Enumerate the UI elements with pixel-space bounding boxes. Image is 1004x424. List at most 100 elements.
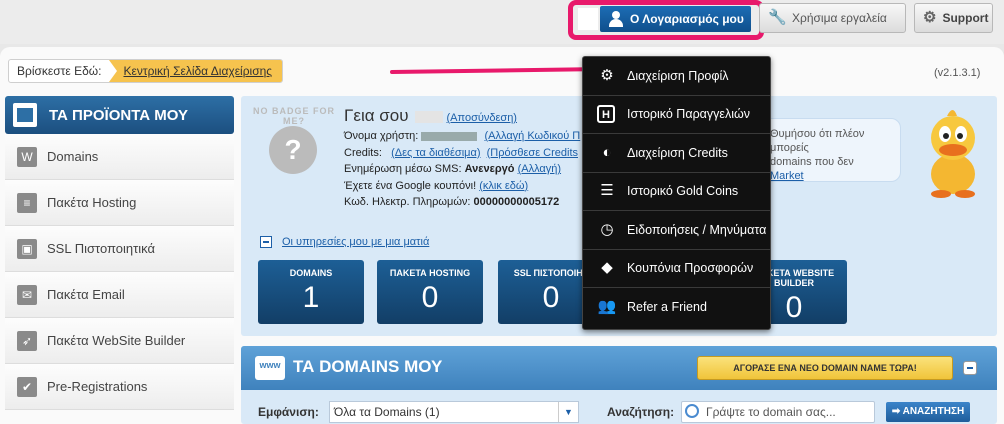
support-label: Support — [942, 11, 989, 25]
stat-hosting[interactable]: ΠΑΚΕΤΑ HOSTING 0 — [377, 260, 483, 324]
question-icon: ? — [269, 126, 317, 174]
sidebar: ΤΑ ΠΡΟΪΟΝΤΑ ΜΟΥ W Domains ≡ Πακέτα Hosti… — [5, 96, 234, 424]
greeting: Γεια σου (Αποσύνδεση) — [344, 106, 517, 126]
layers-icon: ≡ — [17, 192, 37, 213]
sidebar-item-ssl[interactable]: ▣ SSL Πιστοποιητικά — [5, 226, 234, 272]
domains-header: www ΤΑ DOMAINS ΜΟΥ ΑΓΟΡΑΣΕ ΕΝΑ ΝΕΟ DOMAI… — [241, 346, 997, 390]
greeting-text: Γεια σου — [344, 106, 409, 125]
google-coupon-text: Έχετε ένα Google κουπόνι! — [344, 179, 477, 192]
speech-market-link[interactable]: Market — [770, 170, 804, 182]
sidebar-item-label: Domains — [47, 149, 99, 164]
mascot-speech-bubble: Θυμήσου ότι πλέον μπορείς domains που δε… — [761, 118, 901, 182]
breadcrumb-home-link[interactable]: Κεντρική Σελίδα Διαχείρισης — [109, 60, 283, 82]
sidebar-item-domains[interactable]: W Domains — [5, 134, 234, 180]
sidebar-item-label: SSL Πιστοποιητικά — [47, 241, 156, 256]
menu-item-refer-friend[interactable]: 👥 Refer a Friend — [583, 288, 770, 327]
collapse-icon — [260, 236, 272, 248]
duck-mascot-icon — [931, 110, 975, 198]
domain-search-input[interactable]: Γράψτε το domain σας... — [681, 401, 875, 423]
speech-text: Θυμήσου ότι πλέον μπορείς — [770, 128, 865, 154]
menu-item-coupons[interactable]: ◆ Κουπόνια Προσφορών — [583, 250, 770, 288]
show-filter-select[interactable]: Όλα τα Domains (1) ▼ — [329, 401, 579, 423]
breadcrumb-label: Βρίσκεστε Εδώ: — [17, 64, 102, 78]
stat-value: 1 — [302, 281, 320, 314]
checkbox-icon: ✔ — [17, 376, 37, 397]
menu-item-label: Refer a Friend — [627, 300, 707, 315]
support-button[interactable]: ⚙ Support — [914, 3, 993, 33]
change-password-link[interactable]: (Αλλαγή Κωδικού Π — [484, 130, 580, 142]
menu-item-label: Κουπόνια Προσφορών — [627, 261, 754, 276]
payment-code-value: 00000000005172 — [473, 196, 560, 208]
clock-icon: ◷ — [600, 220, 614, 238]
no-badge-icon: NO BADGE FOR ME? ? — [251, 102, 337, 188]
sms-label: Ενημέρωση μέσω SMS: — [344, 163, 462, 175]
products-icon — [13, 103, 37, 127]
stat-domains[interactable]: DOMAINS 1 — [258, 260, 364, 324]
www-icon: W — [17, 146, 37, 167]
username-redacted — [414, 110, 443, 123]
www-icon: www — [255, 356, 285, 380]
buy-domain-button[interactable]: ΑΓΟΡΑΣΕ ΕΝΑ ΝΕΟ DOMAIN NAME ΤΩΡΑ! — [697, 356, 953, 380]
sidebar-item-label: Πακέτα Email — [47, 287, 125, 302]
lock-icon: ▣ — [17, 238, 37, 259]
stat-label: DOMAINS — [289, 268, 333, 278]
wrench-icon: 🔧 — [768, 9, 787, 26]
account-dropdown-menu: ⚙ Διαχείριση Προφίλ H Ιστορικό Παραγγελι… — [582, 56, 771, 330]
menu-item-gold-coins[interactable]: ☰ Ιστορικό Gold Coins — [583, 173, 770, 211]
search-placeholder: Γράψτε το domain σας... — [706, 405, 836, 419]
payment-code-label: Κωδ. Ηλεκτρ. Πληρωμών: — [344, 196, 471, 208]
breadcrumb: Βρίσκεστε Εδώ: Κεντρική Σελίδα Διαχείρισ… — [8, 59, 284, 83]
username-value-redacted — [421, 131, 478, 141]
stat-value: 0 — [421, 281, 439, 314]
tools-button[interactable]: 🔧 Χρήσιμα εργαλεία — [759, 3, 906, 33]
account-info: Όνομα χρήστη: (Αλλαγή Κωδικού Π Credits:… — [344, 128, 580, 211]
menu-item-order-history[interactable]: H Ιστορικό Παραγγελιών — [583, 96, 770, 134]
sidebar-item-hosting[interactable]: ≡ Πακέτα Hosting — [5, 180, 234, 226]
services-glance-text: Οι υπηρεσίες μου με μια ματιά — [282, 236, 430, 248]
sms-change-link[interactable]: (Αλλαγή) — [518, 163, 561, 175]
speech-text-2: domains που δεν — [770, 156, 854, 168]
show-label: Εμφάνιση: — [258, 405, 319, 419]
account-highlight-frame — [568, 0, 764, 40]
menu-item-label: Ιστορικό Παραγγελιών — [627, 107, 751, 122]
services-glance-link[interactable]: Οι υπηρεσίες μου με μια ματιά — [260, 236, 429, 248]
tag-icon: ◆ — [601, 259, 613, 277]
credits-icon: ◐ — [602, 143, 612, 161]
search-icon — [685, 404, 699, 418]
menu-item-label: Ειδοποιήσεις / Μηνύματα — [627, 222, 767, 237]
sidebar-item-pre-registrations[interactable]: ✔ Pre-Registrations — [5, 364, 234, 410]
chevron-down-icon: ▼ — [558, 402, 578, 422]
cursor-icon: ➶ — [17, 330, 37, 351]
google-coupon-link[interactable]: (κλικ εδώ) — [479, 180, 528, 192]
menu-item-label: Ιστορικό Gold Coins — [627, 184, 739, 199]
users-icon: 👥 — [597, 298, 617, 316]
envelope-icon: ✉ — [17, 284, 37, 305]
menu-item-profile[interactable]: ⚙ Διαχείριση Προφίλ — [583, 57, 770, 96]
menu-item-label: Διαχείριση Credits — [627, 145, 728, 160]
domains-title: ΤΑ DOMAINS ΜΟΥ — [293, 357, 443, 376]
credits-label: Credits: — [344, 146, 382, 159]
menu-item-label: Διαχείριση Προφίλ — [627, 68, 729, 83]
menu-item-notifications[interactable]: ◷ Ειδοποιήσεις / Μηνύματα — [583, 211, 770, 250]
view-credits-link[interactable]: (Δες τα διαθέσιμα) — [391, 147, 480, 159]
stat-label: ΠΑΚΕΤΑ HOSTING — [389, 268, 471, 278]
version-text: (v2.1.3.1) — [934, 67, 981, 79]
gear-icon: ⚙ — [923, 9, 937, 26]
add-credits-link[interactable]: (Πρόσθεσε Credits — [487, 147, 578, 159]
search-label: Αναζήτηση: — [607, 405, 675, 419]
profile-icon: ⚙ — [600, 66, 614, 84]
collapse-button[interactable] — [963, 361, 977, 375]
sidebar-item-label: Πακέτα WebSite Builder — [47, 333, 186, 348]
sidebar-item-label: Pre-Registrations — [47, 379, 148, 394]
search-button[interactable]: ➡ ΑΝΑΖΗΤΗΣΗ — [886, 402, 970, 422]
sms-status: Ανενεργό — [464, 163, 515, 175]
menu-item-credits[interactable]: ◐ Διαχείριση Credits — [583, 134, 770, 173]
sidebar-title-text: ΤΑ ΠΡΟΪΟΝΤΑ ΜΟΥ — [49, 106, 189, 124]
username-label: Όνομα χρήστη: — [344, 130, 419, 142]
sidebar-item-email[interactable]: ✉ Πακέτα Email — [5, 272, 234, 318]
badge-text: NO BADGE FOR ME? — [252, 106, 335, 126]
coins-icon: ☰ — [600, 182, 614, 200]
show-filter-value: Όλα τα Domains (1) — [334, 405, 440, 419]
sidebar-item-website-builder[interactable]: ➶ Πακέτα WebSite Builder — [5, 318, 234, 364]
logout-link[interactable]: (Αποσύνδεση) — [447, 112, 517, 124]
